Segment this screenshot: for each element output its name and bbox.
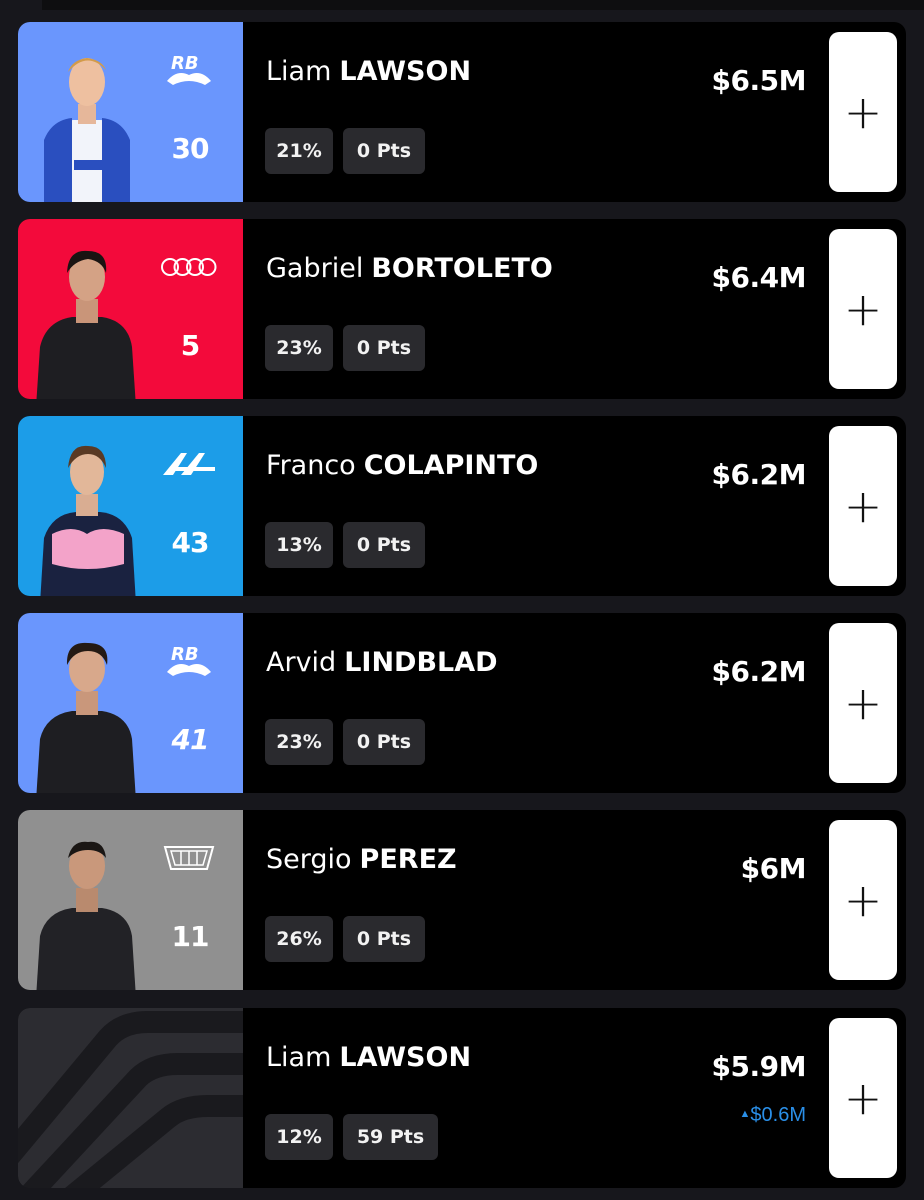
driver-price: $6.2M xyxy=(711,655,807,688)
driver-name: Franco COLAPINTO xyxy=(266,450,538,481)
selected-percent-chip: 23% xyxy=(265,719,333,765)
driver-name: Sergio PEREZ xyxy=(266,844,457,875)
driver-name: Arvid LINDBLAD xyxy=(266,647,498,678)
plus-icon: + xyxy=(843,85,883,139)
driver-last-name: LAWSON xyxy=(339,1042,472,1073)
driver-last-name: BORTOLETO xyxy=(371,253,553,284)
driver-panel: 5 xyxy=(18,219,243,399)
driver-first-name: Sergio xyxy=(266,844,352,875)
arrow-up-icon: ▲ xyxy=(739,1108,751,1120)
driver-last-name: PEREZ xyxy=(359,844,457,875)
driver-panel: RB 41 xyxy=(18,613,243,793)
driver-panel: 11 xyxy=(18,810,243,990)
driver-portrait xyxy=(44,58,130,202)
points-chip: 0 Pts xyxy=(343,522,425,568)
driver-first-name: Gabriel xyxy=(266,253,364,284)
points-chip: 0 Pts xyxy=(343,719,425,765)
driver-portrait xyxy=(36,642,136,793)
plus-icon: + xyxy=(843,479,883,533)
driver-card[interactable]: 5 Gabriel BORTOLETO 23% 0 Pts $6.4M + xyxy=(18,219,906,399)
points-chip: 0 Pts xyxy=(343,325,425,371)
car-number: 11 xyxy=(171,920,210,953)
plus-icon: + xyxy=(843,873,883,927)
add-driver-button[interactable]: + xyxy=(829,820,897,980)
points-chip: 0 Pts xyxy=(343,128,425,174)
driver-portrait xyxy=(36,250,136,399)
add-driver-button[interactable]: + xyxy=(829,426,897,586)
selected-percent-chip: 12% xyxy=(265,1114,333,1160)
driver-first-name: Franco xyxy=(266,450,356,481)
points-chip: 0 Pts xyxy=(343,916,425,962)
driver-portrait xyxy=(36,841,136,990)
racing-bulls-logo: RB xyxy=(158,50,220,90)
price-change: ▲$0.6M xyxy=(740,1104,806,1127)
add-driver-button[interactable]: + xyxy=(829,229,897,389)
driver-price: $6.2M xyxy=(711,458,807,491)
placeholder-pattern xyxy=(18,1008,243,1188)
driver-name: Liam LAWSON xyxy=(266,1042,471,1073)
car-number: 30 xyxy=(171,132,210,165)
svg-text:RB: RB xyxy=(171,53,199,74)
list-top-edge xyxy=(42,0,924,10)
selected-percent-chip: 23% xyxy=(265,325,333,371)
driver-portrait xyxy=(40,445,136,596)
add-driver-button[interactable]: + xyxy=(829,32,897,192)
driver-last-name: COLAPINTO xyxy=(363,450,539,481)
driver-price: $6.5M xyxy=(711,64,807,97)
driver-name: Liam LAWSON xyxy=(266,56,471,87)
car-number: 41 xyxy=(171,723,210,756)
driver-first-name: Arvid xyxy=(266,647,337,678)
driver-last-name: LINDBLAD xyxy=(344,647,498,678)
driver-panel: RB 30 xyxy=(18,22,243,202)
track-curve-pattern xyxy=(18,1011,243,1188)
plus-icon: + xyxy=(843,676,883,730)
racing-bulls-logo: RB xyxy=(158,641,220,681)
audi-rings-logo xyxy=(158,247,220,287)
driver-price: $6M xyxy=(740,852,807,885)
driver-panel: 43 xyxy=(18,416,243,596)
driver-name: Gabriel BORTOLETO xyxy=(266,253,553,284)
selected-percent-chip: 13% xyxy=(265,522,333,568)
car-number: 43 xyxy=(171,526,210,559)
price-change-value: $0.6M xyxy=(750,1104,806,1126)
driver-last-name: LAWSON xyxy=(339,56,472,87)
svg-text:RB: RB xyxy=(171,644,199,665)
driver-card[interactable]: 11 Sergio PEREZ 26% 0 Pts $6M + xyxy=(18,810,906,990)
cadillac-logo xyxy=(158,838,220,878)
plus-icon: + xyxy=(843,1071,883,1125)
driver-first-name: Liam xyxy=(266,1042,332,1073)
driver-card[interactable]: RB 30 Liam LAWSON 21% 0 Pts $6.5M + xyxy=(18,22,906,202)
driver-price: $5.9M xyxy=(711,1050,807,1083)
driver-card[interactable]: 43 Franco COLAPINTO 13% 0 Pts $6.2M + xyxy=(18,416,906,596)
add-driver-button[interactable]: + xyxy=(829,1018,897,1178)
selected-percent-chip: 26% xyxy=(265,916,333,962)
driver-first-name: Liam xyxy=(266,56,332,87)
plus-icon: + xyxy=(843,282,883,336)
driver-card[interactable]: Liam LAWSON 12% 59 Pts $5.9M ▲$0.6M + xyxy=(18,1008,906,1188)
points-chip: 59 Pts xyxy=(343,1114,438,1160)
driver-card[interactable]: RB 41 Arvid LINDBLAD 23% 0 Pts $6.2M + xyxy=(18,613,906,793)
car-number: 5 xyxy=(180,329,200,362)
add-driver-button[interactable]: + xyxy=(829,623,897,783)
selected-percent-chip: 21% xyxy=(265,128,333,174)
alpine-logo xyxy=(158,444,220,484)
driver-price: $6.4M xyxy=(711,261,807,294)
